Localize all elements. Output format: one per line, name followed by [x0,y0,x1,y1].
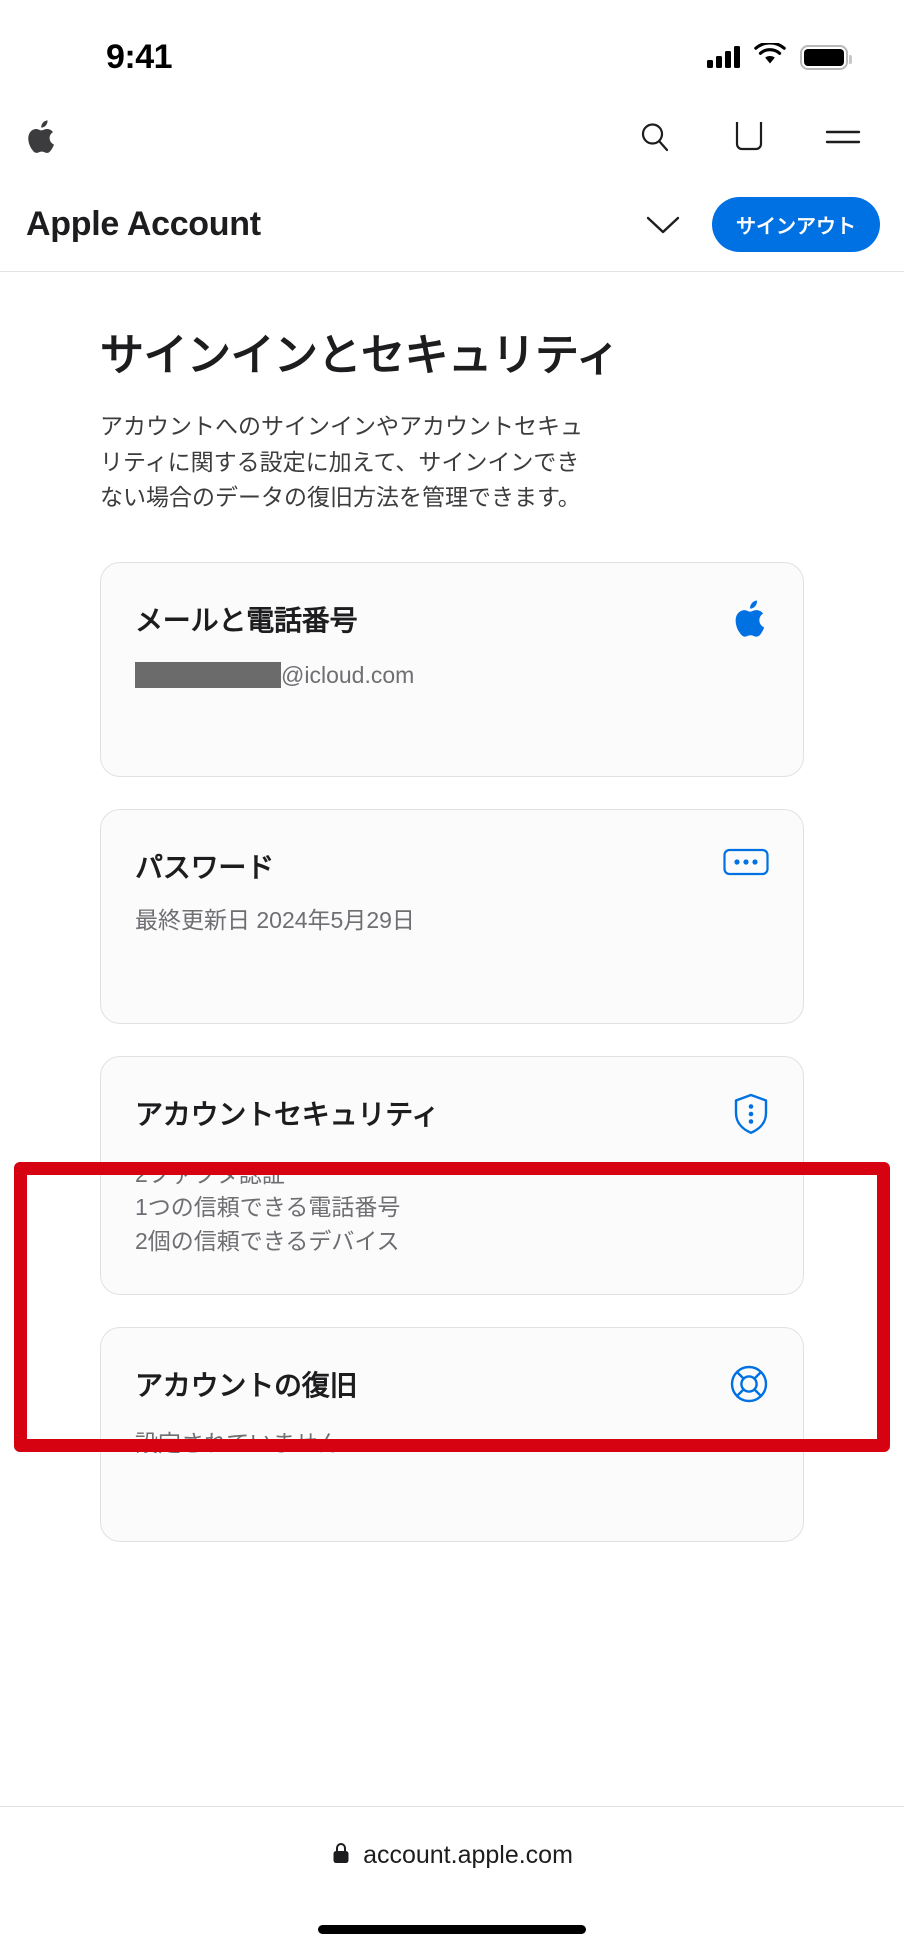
card-email-and-phone[interactable]: メールと電話番号 @icloud.com [100,561,804,777]
status-time: 9:41 [106,37,173,76]
card-subtext: 設定されていません [135,1427,769,1460]
card-detail-line: 2個の信頼できるデバイス [135,1227,400,1254]
battery-icon [800,44,852,70]
main-content: サインインとセキュリティ アカウントへのサインインやアカウントセキュリティに関す… [0,272,904,1542]
home-indicator [318,1925,586,1934]
status-indicators [707,40,852,72]
page-header: Apple Account サインアウト [0,178,904,272]
card-subtext: 2ファクタ認証 1つの信頼できる電話番号 2個の信頼できるデバイス [135,1158,769,1258]
lock-icon [331,1841,351,1870]
card-subtext: 最終更新日 2024年5月29日 [135,904,769,937]
section-description: アカウントへのサインインやアカウントセキュリティに関する設定に加えて、サインイン… [100,413,583,511]
apple-logo-icon [26,117,60,157]
card-detail-line: 2ファクタ認証 [135,1160,285,1187]
hamburger-menu-icon[interactable] [822,116,864,158]
apple-account-icon [735,599,769,644]
chevron-down-icon[interactable] [640,202,686,248]
card-title: アカウントセキュリティ [135,1098,440,1130]
card-header: メールと電話番号 [135,599,769,644]
card-header: パスワード [135,846,769,886]
url-text: account.apple.com [363,1841,573,1869]
lifesaver-icon [729,1364,769,1409]
search-icon[interactable] [634,116,676,158]
wifi-icon [754,40,786,72]
signal-bars-icon [707,46,740,68]
card-detail-line: 設定されていません [135,1429,341,1456]
page-title: Apple Account [26,205,261,243]
card-title: パスワード [135,851,275,883]
phone-screen: 9:41 Apple Account サインアウト サインインとセキュリティ ア… [0,0,904,1956]
card-header: アカウントの復旧 [135,1364,769,1409]
card-account-security[interactable]: アカウントセキュリティ 2ファクタ認証 1つの信頼できる電話番号 2個の信頼でき… [100,1055,804,1295]
status-bar: 9:41 [0,0,904,96]
tabs-icon[interactable] [728,116,770,158]
card-title: アカウントの復旧 [135,1369,358,1401]
card-detail-line: 最終更新日 2024年5月29日 [135,906,415,933]
card-account-recovery[interactable]: アカウントの復旧 設定されていません [100,1326,804,1542]
redaction-bar [135,662,281,689]
email-domain: @icloud.com [281,661,415,688]
card-password[interactable]: パスワード 最終更新日 2024年5月29日 [100,808,804,1024]
settings-card-list: メールと電話番号 @icloud.com パスワード 最終更新日 2024年5月… [0,561,904,1542]
toolbar-actions [634,116,864,158]
shield-icon [733,1093,769,1140]
card-detail-line: 1つの信頼できる電話番号 [135,1194,401,1221]
section-title: サインインとセキュリティ [100,331,620,380]
card-header: アカウントセキュリティ [135,1093,769,1140]
browser-toolbar [0,96,904,178]
address-bar[interactable]: account.apple.com [331,1841,573,1870]
page-header-actions: サインアウト [640,197,880,252]
sign-out-button[interactable]: サインアウト [712,197,880,252]
browser-bottom-bar: account.apple.com [0,1806,904,1956]
email-value-row: @icloud.com [135,662,769,689]
card-title: メールと電話番号 [135,604,358,636]
password-dots-icon [723,846,769,883]
